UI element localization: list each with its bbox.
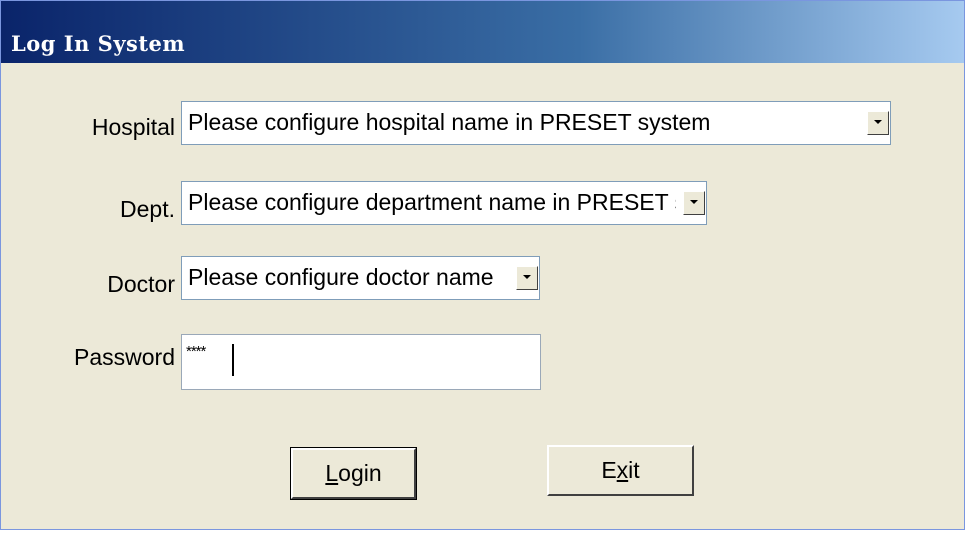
dept-select-value: Please configure department name in PRES… xyxy=(188,189,676,215)
text-caret xyxy=(232,344,234,376)
chevron-down-icon xyxy=(690,200,698,204)
hospital-dropdown-button[interactable] xyxy=(867,111,889,135)
exit-button[interactable]: Exit xyxy=(547,445,694,496)
password-value: **** xyxy=(186,343,206,360)
hospital-label: Hospital xyxy=(91,114,175,140)
chevron-down-icon xyxy=(874,120,882,124)
hospital-select-value: Please configure hospital name in PRESET… xyxy=(188,109,711,135)
doctor-dropdown-button[interactable] xyxy=(516,266,538,290)
login-mnemonic: L xyxy=(325,460,339,486)
chevron-down-icon xyxy=(523,275,531,279)
exit-label-rest: it xyxy=(628,457,640,483)
exit-mnemonic: x xyxy=(616,457,629,483)
password-label: Password xyxy=(74,344,175,370)
dept-select[interactable]: Please configure department name in PRES… xyxy=(181,181,707,225)
login-button[interactable]: Login xyxy=(290,447,417,500)
exit-label-pre: E xyxy=(601,457,617,483)
hospital-select[interactable]: Please configure hospital name in PRESET… xyxy=(181,101,891,145)
doctor-label: Doctor xyxy=(107,271,175,297)
doctor-select[interactable]: Please configure doctor name xyxy=(181,256,540,300)
login-label-rest: ogin xyxy=(338,460,382,486)
title-bar[interactable]: Log In System xyxy=(1,1,964,63)
login-dialog: Log In System Hospital Please configure … xyxy=(0,0,965,530)
dept-label: Dept. xyxy=(120,196,175,222)
dept-dropdown-button[interactable] xyxy=(683,191,705,215)
password-field[interactable]: **** xyxy=(181,334,541,390)
window-title: Log In System xyxy=(11,31,186,56)
doctor-select-value: Please configure doctor name xyxy=(188,264,494,290)
